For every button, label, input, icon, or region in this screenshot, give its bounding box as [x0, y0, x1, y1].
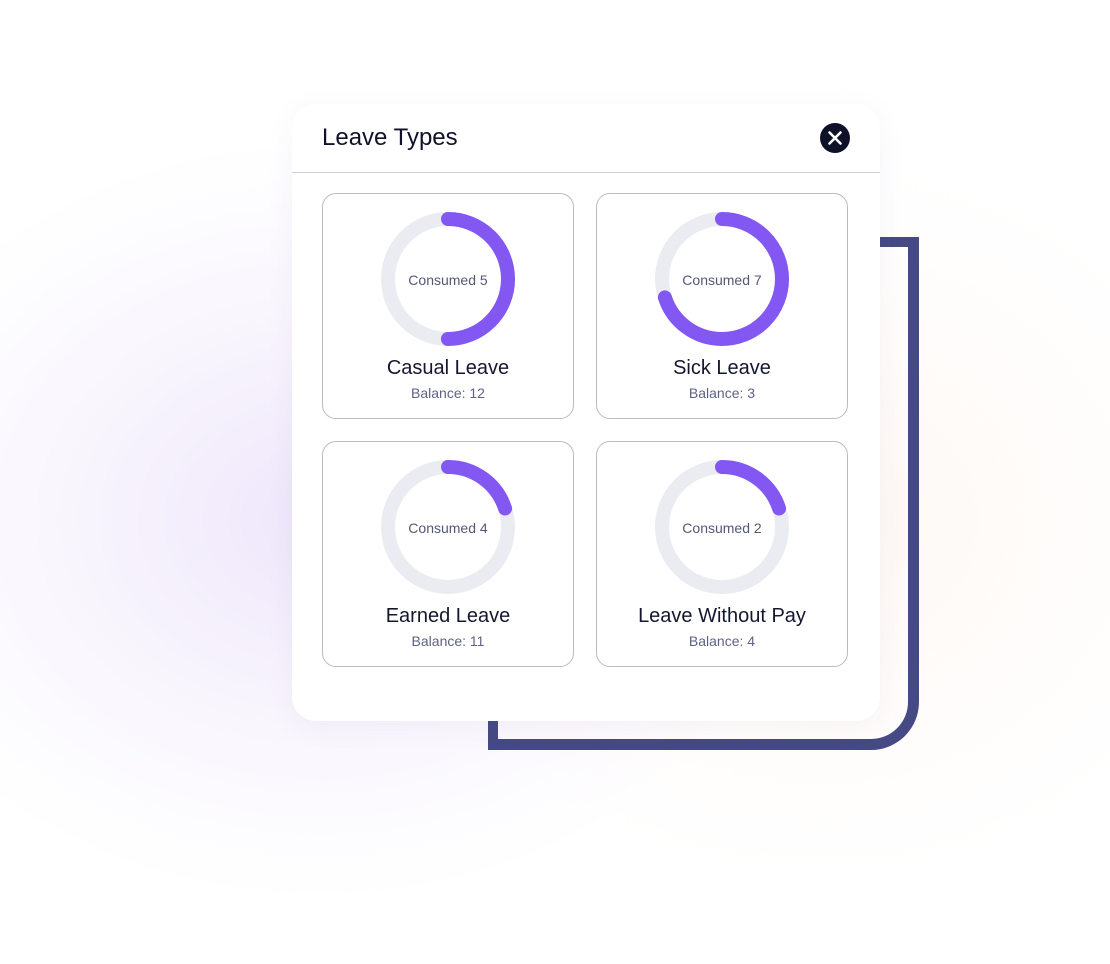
balance-label: Balance: 12 — [411, 385, 485, 401]
consumed-label: Consumed 2 — [682, 520, 762, 536]
consumed-label: Consumed 5 — [408, 272, 488, 288]
close-button[interactable] — [820, 123, 850, 153]
leave-card-earned[interactable]: Consumed 4 Earned Leave Balance: 11 — [322, 441, 574, 667]
leave-name: Leave Without Pay — [638, 605, 806, 627]
leave-name: Casual Leave — [386, 357, 510, 379]
consumed-label: Consumed 7 — [682, 272, 762, 288]
modal-header: Leave Types — [292, 104, 880, 173]
close-icon — [828, 131, 842, 145]
leave-types-modal: Leave Types Consumed 5 Casual Leave Bala… — [292, 104, 880, 721]
modal-title: Leave Types — [322, 124, 458, 151]
balance-label: Balance: 11 — [411, 633, 485, 649]
leave-name: Earned Leave — [385, 605, 511, 627]
balance-label: Balance: 3 — [688, 385, 756, 401]
balance-label: Balance: 4 — [688, 633, 756, 649]
leave-card-without-pay[interactable]: Consumed 2 Leave Without Pay Balance: 4 — [596, 441, 848, 667]
leave-card-sick[interactable]: Consumed 7 Sick Leave Balance: 3 — [596, 193, 848, 419]
leave-card-casual[interactable]: Consumed 5 Casual Leave Balance: 12 — [322, 193, 574, 419]
leave-name: Sick Leave — [673, 357, 771, 379]
consumed-label: Consumed 4 — [408, 520, 488, 536]
